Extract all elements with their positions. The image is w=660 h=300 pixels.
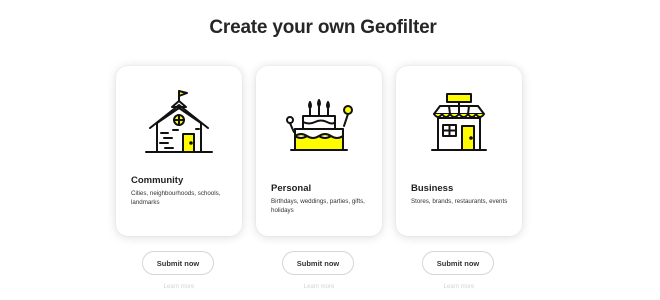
geofilter-categories: Community Cities, neighbourhoods, school… xyxy=(116,66,526,300)
card-title: Personal xyxy=(271,183,312,194)
birthday-cake-icon xyxy=(286,99,353,151)
card-description: Birthdays, weddings, parties, gifts, hol… xyxy=(271,198,365,214)
card-description: Cities, neighbourhoods, schools, landmar… xyxy=(131,190,221,206)
storefront-icon xyxy=(431,93,487,151)
schoolhouse-icon xyxy=(145,90,213,153)
card-description: Stores, brands, restaurants, events xyxy=(411,198,508,205)
community-card[interactable]: Community Cities, neighbourhoods, school… xyxy=(116,66,242,236)
submit-now-button[interactable]: Submit now xyxy=(422,251,494,275)
learn-more-link[interactable]: Learn more xyxy=(256,284,382,290)
learn-more-link[interactable]: Learn more xyxy=(116,284,242,290)
page-title: Create your own Geofilter xyxy=(209,17,437,38)
submit-now-button[interactable]: Submit now xyxy=(142,251,214,275)
geofilter-page: Create your own Geofilter Community Citi… xyxy=(0,0,660,300)
submit-now-button[interactable]: Submit now xyxy=(282,251,354,275)
card-title: Business xyxy=(411,183,454,194)
card-title: Community xyxy=(131,175,184,186)
personal-card[interactable]: Personal Birthdays, weddings, parties, g… xyxy=(256,66,382,236)
learn-more-link[interactable]: Learn more xyxy=(396,284,522,290)
business-card[interactable]: Business Stores, brands, restaurants, ev… xyxy=(396,66,522,236)
